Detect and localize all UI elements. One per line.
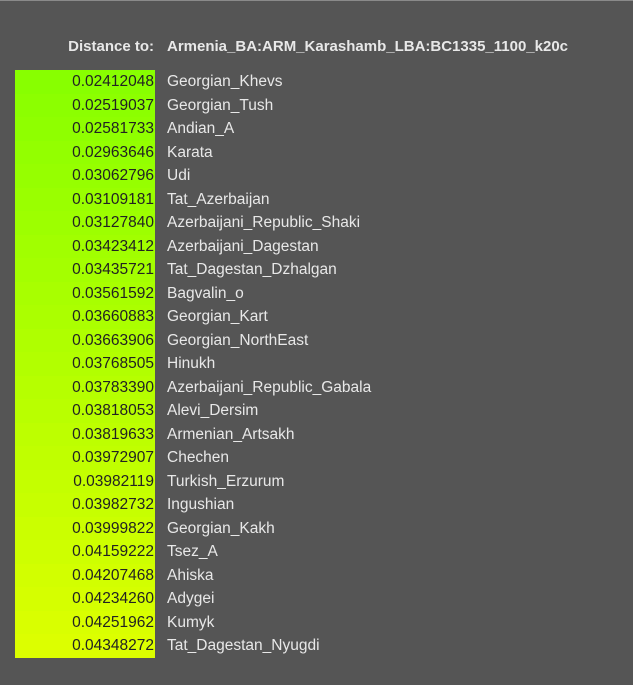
result-row: 0.04159222 Tsez_A (15, 540, 633, 564)
result-row: 0.03982732 Ingushian (15, 493, 633, 517)
population-name: Georgian_Kart (167, 308, 268, 325)
distance-value: 0.02412048 (15, 70, 155, 94)
distance-value: 0.04348272 (15, 634, 155, 658)
distance-value: 0.04159222 (15, 540, 155, 564)
population-name: Hinukh (167, 355, 216, 372)
population-name: Georgian_Tush (167, 96, 274, 114)
result-row: 0.02581733 Andian_A (15, 117, 633, 141)
distance-to-label: Distance to: (68, 38, 154, 55)
result-row: 0.03999822 Georgian_Kakh (15, 516, 633, 540)
result-row: 0.03982119 Turkish_Erzurum (15, 469, 633, 493)
distance-value: 0.03663906 (15, 328, 155, 352)
result-row: 0.04234260 Adygei (15, 587, 633, 611)
distance-value: 0.03561592 (15, 281, 155, 305)
population-name: Udi (167, 167, 191, 184)
distance-value: 0.03783390 (15, 375, 155, 399)
distance-value: 0.03972907 (15, 446, 155, 470)
distance-value: 0.03109181 (15, 187, 155, 211)
distance-value: 0.04234260 (15, 587, 155, 611)
top-divider (0, 0, 633, 1)
distance-value: 0.02581733 (15, 117, 155, 141)
result-row: 0.03819633 Armenian_Artsakh (15, 422, 633, 446)
result-row: 0.03972907 Chechen (15, 446, 633, 470)
result-row: 0.02963646 Karata (15, 140, 633, 164)
result-row: 0.03435721 Tat_Dagestan_Dzhalgan (15, 258, 633, 282)
distance-value: 0.03435721 (15, 258, 155, 282)
population-name: Azerbaijani_Dagestan (167, 237, 319, 255)
result-row: 0.04348272 Tat_Dagestan_Nyugdi (15, 634, 633, 658)
distance-value: 0.03768505 (15, 352, 155, 376)
population-name: Ahiska (167, 566, 214, 584)
distance-value: 0.03982119 (15, 469, 155, 493)
result-row: 0.03561592 Bagvalin_o (15, 281, 633, 305)
distance-results-list: 0.02412048 Georgian_Khevs 0.02519037 Georgi… (15, 70, 633, 658)
target-population: Armenia_BA:ARM_Karashamb_LBA:BC1335_1100… (167, 38, 569, 55)
population-name: Bagvalin_o (167, 284, 244, 302)
population-name: Georgian_Kakh (167, 519, 275, 537)
result-row: 0.03062796 Udi (15, 164, 633, 188)
result-row: 0.03818053 Alevi_Dersim (15, 399, 633, 423)
population-name: Tat_Dagestan_Dzhalgan (167, 261, 337, 278)
distance-header: Distance to: Armenia_BA:ARM_Karashamb_LB… (0, 38, 633, 58)
distance-value: 0.03660883 (15, 305, 155, 329)
distance-value: 0.03982732 (15, 493, 155, 517)
result-row: 0.02412048 Georgian_Khevs (15, 70, 633, 94)
distance-value: 0.02963646 (15, 140, 155, 164)
population-name: Tat_Dagestan_Nyugdi (167, 637, 320, 654)
distance-value: 0.03999822 (15, 516, 155, 540)
result-row: 0.03768505 Hinukh (15, 352, 633, 376)
distance-value: 0.04207468 (15, 563, 155, 587)
population-name: Azerbaijani_Republic_Shaki (167, 214, 361, 231)
population-name: Ingushian (167, 496, 235, 513)
population-name: Adygei (167, 590, 215, 607)
result-row: 0.03127840 Azerbaijani_Republic_Shaki (15, 211, 633, 235)
population-name: Karata (167, 143, 213, 161)
distance-value: 0.03423412 (15, 234, 155, 258)
result-row: 0.04207468 Ahiska (15, 563, 633, 587)
population-name: Tsez_A (167, 543, 218, 560)
population-name: Georgian_Khevs (167, 73, 283, 90)
result-row: 0.03660883 Georgian_Kart (15, 305, 633, 329)
distance-value: 0.04251962 (15, 610, 155, 634)
population-name: Azerbaijani_Republic_Gabala (167, 378, 372, 396)
distance-value: 0.03127840 (15, 211, 155, 235)
population-name: Kumyk (167, 613, 215, 631)
population-name: Georgian_NorthEast (167, 331, 309, 349)
population-name: Chechen (167, 449, 230, 466)
result-row: 0.03783390 Azerbaijani_Republic_Gabala (15, 375, 633, 399)
population-name: Alevi_Dersim (167, 402, 259, 419)
distance-value: 0.02519037 (15, 93, 155, 117)
population-name: Andian_A (167, 120, 235, 137)
population-name: Tat_Azerbaijan (167, 190, 270, 208)
population-name: Armenian_Artsakh (167, 425, 295, 443)
distance-value: 0.03062796 (15, 164, 155, 188)
result-row: 0.03423412 Azerbaijani_Dagestan (15, 234, 633, 258)
population-name: Turkish_Erzurum (167, 472, 285, 490)
distance-value: 0.03819633 (15, 422, 155, 446)
distance-value: 0.03818053 (15, 399, 155, 423)
result-row: 0.02519037 Georgian_Tush (15, 93, 633, 117)
result-row: 0.04251962 Kumyk (15, 610, 633, 634)
result-row: 0.03109181 Tat_Azerbaijan (15, 187, 633, 211)
result-row: 0.03663906 Georgian_NorthEast (15, 328, 633, 352)
